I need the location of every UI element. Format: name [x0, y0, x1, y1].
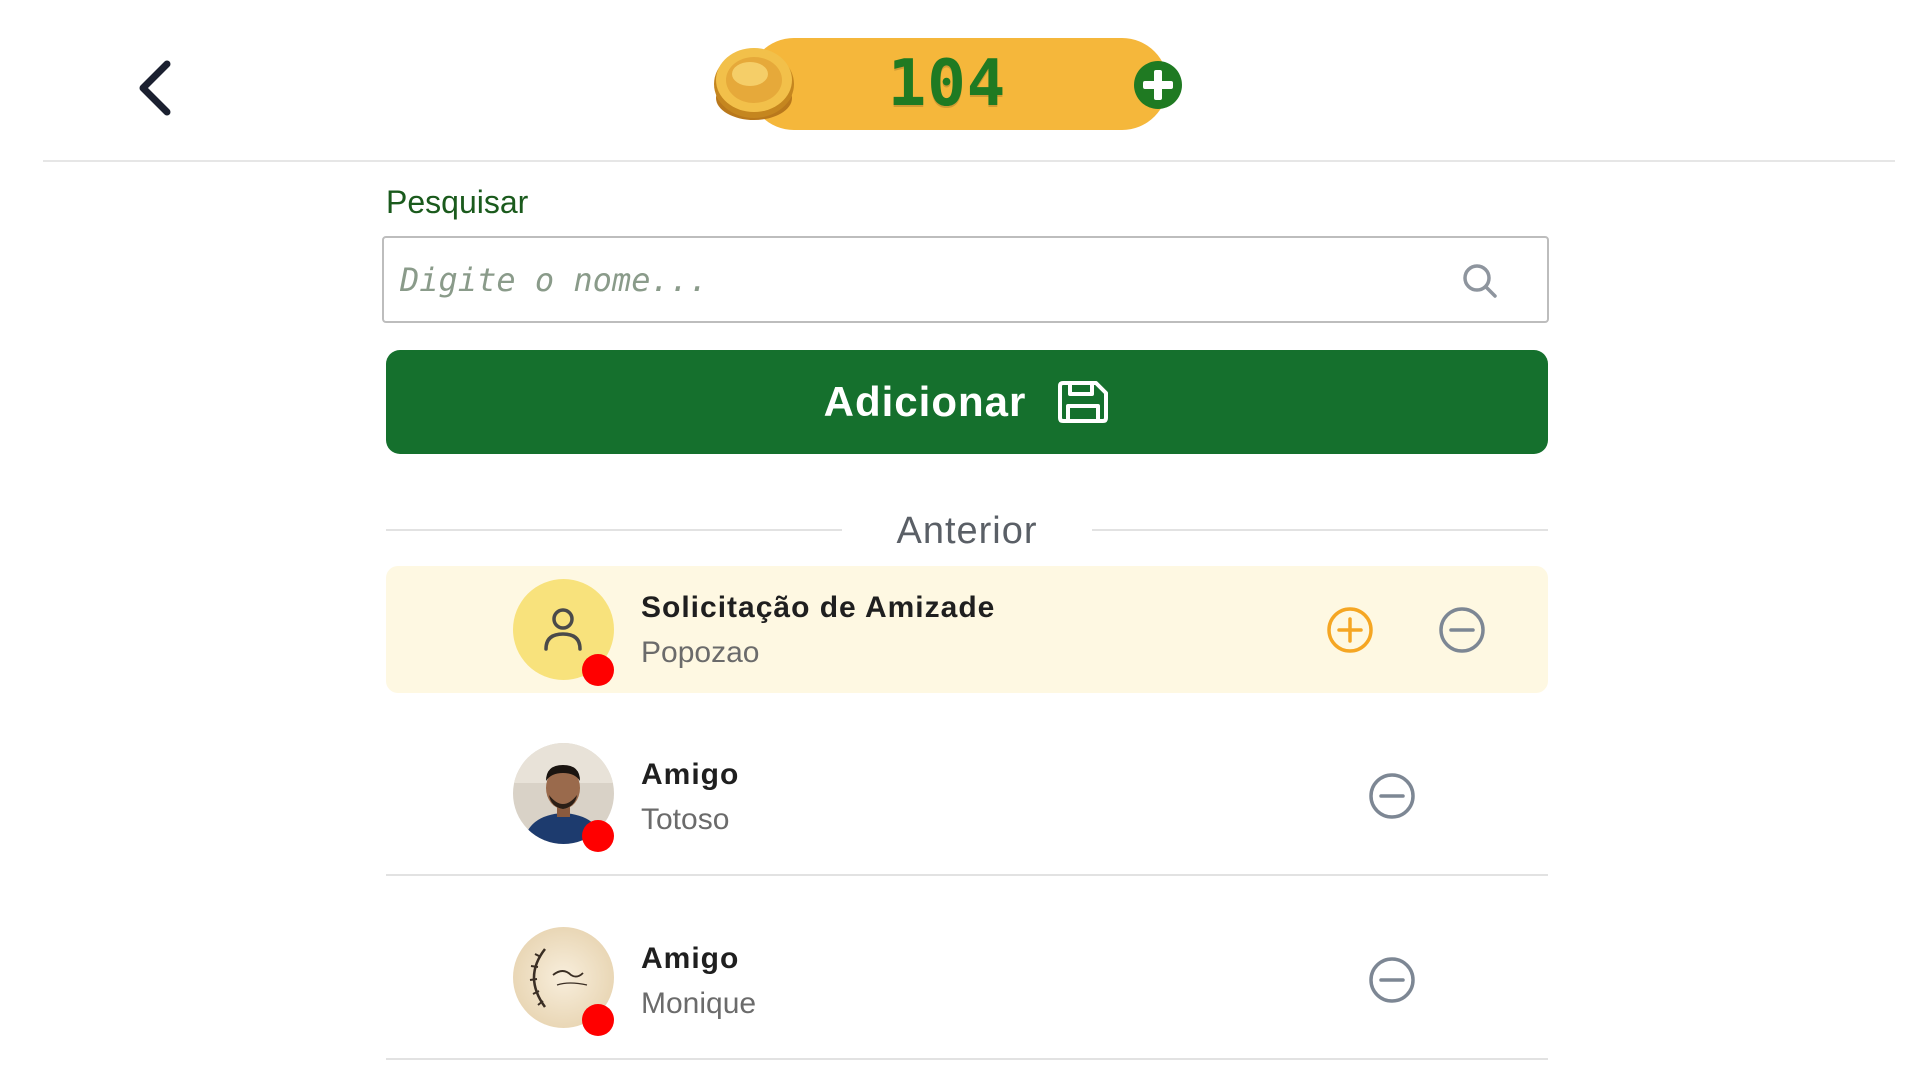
add-button[interactable]: Adicionar — [386, 350, 1548, 454]
row-subtitle: Monique — [641, 987, 757, 1020]
search-icon[interactable] — [1461, 262, 1499, 300]
plus-circle-icon[interactable] — [1133, 60, 1183, 110]
status-dot — [582, 820, 614, 852]
back-button[interactable] — [125, 55, 185, 120]
header-bar: 104 — [0, 0, 1920, 162]
row-title: Amigo — [641, 942, 740, 975]
remove-friend-minus-icon[interactable] — [1368, 772, 1416, 820]
friend-row[interactable]: Amigo Monique — [386, 914, 1548, 1060]
row-title: Amigo — [641, 758, 740, 791]
friend-request-row[interactable]: Solicitação de Amizade Popozao — [386, 566, 1548, 693]
header-divider — [43, 160, 1895, 162]
decline-minus-icon[interactable] — [1438, 606, 1486, 654]
add-button-label: Adicionar — [823, 378, 1027, 425]
status-dot — [582, 1004, 614, 1036]
divider-line-right — [1092, 529, 1548, 531]
chevron-left-icon — [139, 60, 171, 115]
remove-friend-minus-icon[interactable] — [1368, 956, 1416, 1004]
section-divider: Anterior — [386, 510, 1548, 552]
coin-balance: 104 — [708, 38, 1186, 130]
search-label: Pesquisar — [386, 184, 529, 220]
save-icon — [1058, 381, 1109, 423]
search-input[interactable] — [384, 238, 1547, 321]
row-subtitle: Totoso — [641, 803, 730, 836]
friend-row[interactable]: Amigo Totoso — [386, 730, 1548, 876]
row-subtitle: Popozao — [641, 636, 760, 669]
coin-count: 104 — [887, 47, 1007, 121]
row-title: Solicitação de Amizade — [641, 591, 996, 624]
section-title: Anterior — [896, 510, 1038, 552]
search-field — [382, 236, 1549, 323]
accept-plus-icon[interactable] — [1326, 606, 1374, 654]
status-dot — [582, 654, 614, 686]
